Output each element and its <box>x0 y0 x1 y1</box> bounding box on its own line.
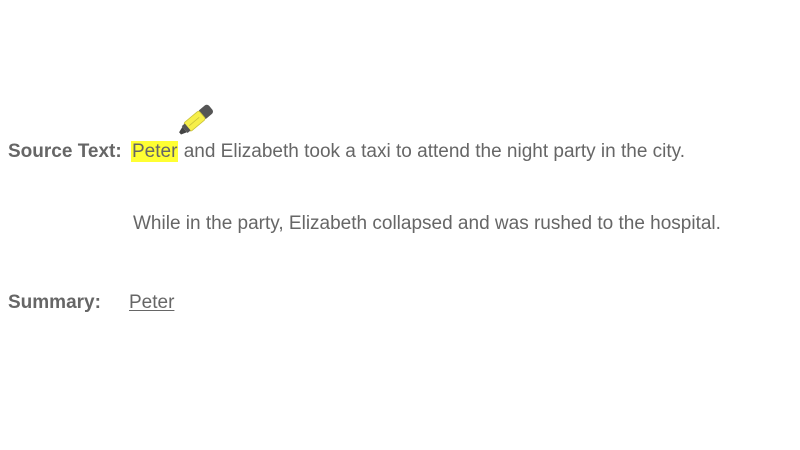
summary-label: Summary: <box>8 292 101 313</box>
summary-text: Peter <box>129 292 175 313</box>
source-text-label: Source Text: <box>8 141 122 162</box>
source-line-1-rest: and Elizabeth took a taxi to attend the … <box>178 141 686 162</box>
source-line-1: Peter and Elizabeth took a taxi to atten… <box>131 141 685 163</box>
source-line-2: While in the party, Elizabeth collapsed … <box>133 213 721 234</box>
highlighted-word: Peter <box>131 141 179 162</box>
highlighter-marker-icon <box>179 104 214 135</box>
